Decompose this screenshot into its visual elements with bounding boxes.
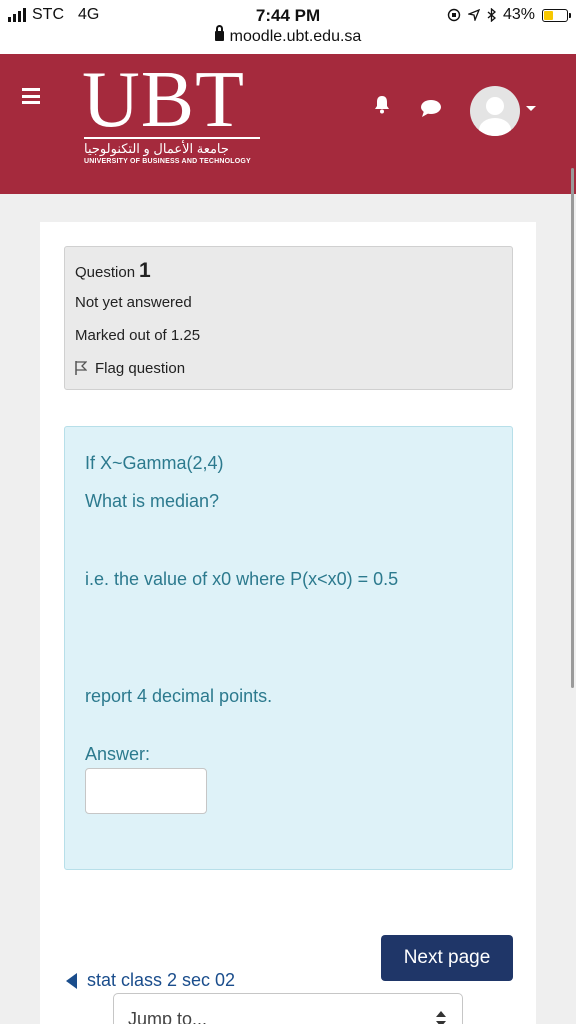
triangle-left-icon [66,972,77,989]
previous-activity-link[interactable]: stat class 2 sec 02 [66,970,235,991]
answer-input[interactable] [85,768,207,814]
url-bar[interactable]: moodle.ubt.edu.sa [0,25,576,46]
lock-icon [214,25,224,41]
avatar[interactable] [470,86,520,136]
battery-percent: 43% [502,6,535,23]
user-icon [479,97,511,136]
question-line-2: What is median? [85,491,220,511]
caret-down-icon[interactable] [526,106,536,111]
site-header: UBT جامعة الأعمال و التكنولوجيا UNIVERSI… [0,54,576,194]
next-page-button[interactable]: Next page [381,935,513,981]
location-icon [467,9,480,21]
scrollbar[interactable] [571,168,574,688]
battery-icon [542,8,571,22]
question-status: Not yet answered [75,294,192,311]
bluetooth-icon [487,8,496,22]
jump-to-select[interactable]: Jump to... [113,993,463,1024]
question-line-3: i.e. the value of x0 where P(x<x0) = 0.5 [85,569,399,589]
question-label: Question [75,264,136,281]
logo-subtitle: UNIVERSITY OF BUSINESS AND TECHNOLOGY [84,158,251,165]
flag-icon [75,361,87,375]
question-info-box: Question 1 Not yet answered Marked out of… [64,246,513,390]
status-bar: STC 4G 7:44 PM moodle.ubt.edu.sa 43% [0,0,576,54]
logo-rule [84,137,260,139]
bell-icon[interactable] [373,94,391,114]
orientation-lock-icon [447,8,461,22]
url-text: moodle.ubt.edu.sa [229,28,362,45]
question-line-1: If X~Gamma(2,4) [85,453,224,473]
updown-icon [436,1011,446,1024]
previous-activity-label: stat class 2 sec 02 [87,970,236,990]
question-marks: Marked out of 1.25 [75,327,201,344]
jump-to-label: Jump to... [128,1009,208,1024]
question-box: If X~Gamma(2,4) What is median? i.e. the… [64,426,513,870]
logo-arabic: جامعة الأعمال و التكنولوجيا [84,141,229,156]
menu-icon[interactable] [22,88,40,104]
question-number: Question 1 [75,259,151,283]
flag-question-link[interactable]: Flag question [75,360,185,377]
question-line-4: report 4 decimal points. [85,686,273,706]
answer-label: Answer: [85,744,151,764]
status-right: 43% [447,6,571,24]
chat-icon[interactable] [420,98,442,118]
flag-label: Flag question [95,360,186,377]
question-number-value: 1 [139,259,151,282]
logo[interactable]: UBT [82,60,245,140]
